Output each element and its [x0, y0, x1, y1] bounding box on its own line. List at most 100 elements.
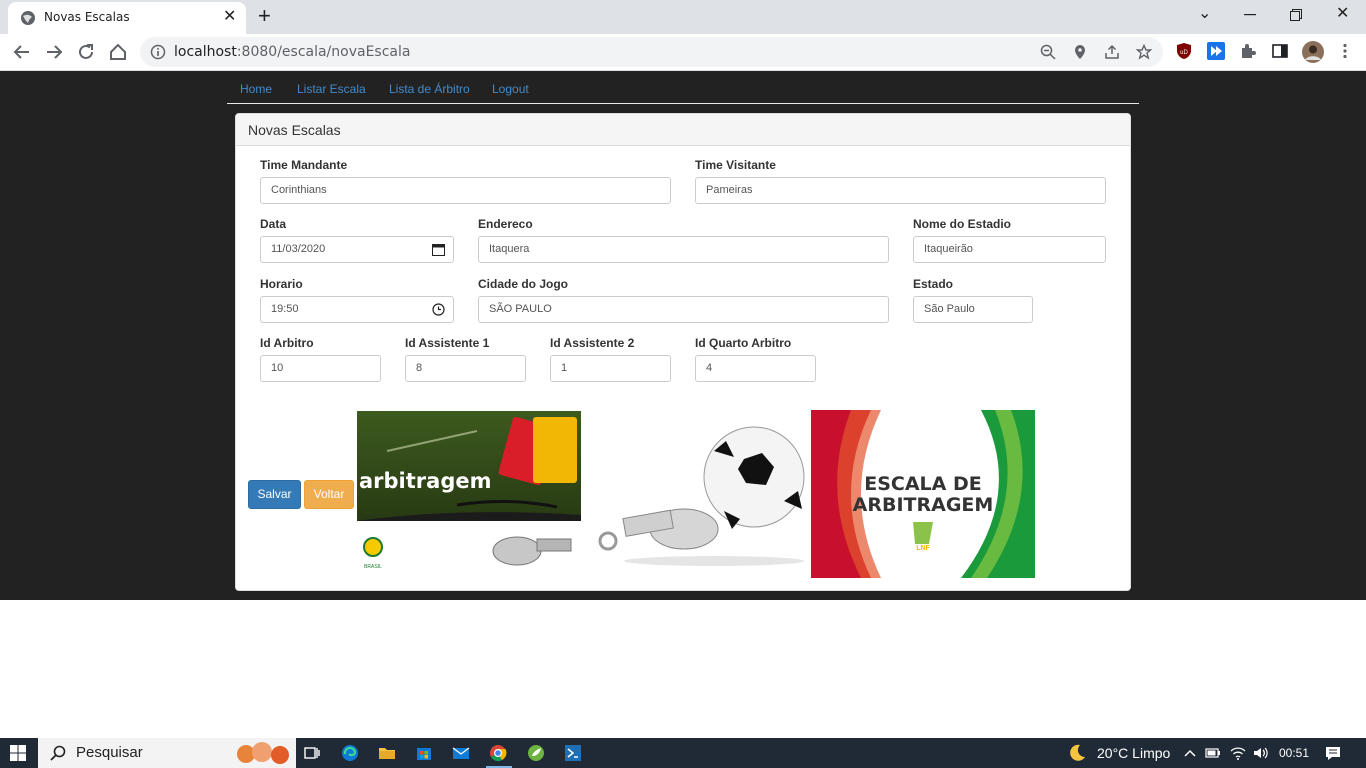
windows-start-icon[interactable]	[10, 745, 26, 761]
time-mandante-input[interactable]: Corinthians	[260, 177, 671, 204]
minimize-icon[interactable]	[1244, 14, 1256, 16]
nav-listar-escala-link[interactable]: Listar Escala	[297, 82, 366, 96]
id-quarto-arbitro-label: Id Quarto Arbitro	[695, 336, 792, 350]
restore-icon[interactable]	[1290, 9, 1302, 21]
time-visitante-value: Pameiras	[706, 184, 753, 196]
mail-icon[interactable]	[452, 744, 470, 762]
file-explorer-icon[interactable]	[378, 744, 396, 762]
search-placeholder: Pesquisar	[76, 744, 143, 761]
cidade-input[interactable]: SÃO PAULO	[478, 296, 889, 323]
forward-icon[interactable]	[43, 41, 65, 63]
new-tab-icon[interactable]: +	[258, 4, 271, 28]
notifications-icon[interactable]	[1324, 744, 1342, 762]
chrome-icon[interactable]	[489, 744, 507, 762]
nome-estadio-input[interactable]: Itaqueirão	[913, 236, 1106, 263]
whistle-ball-image	[584, 411, 808, 567]
side-panel-icon[interactable]	[1271, 42, 1289, 60]
escala-line1: ESCALA DE	[864, 473, 982, 495]
info-icon[interactable]	[150, 44, 166, 60]
arbitragem-graphic: arbitragem BRASIL	[357, 411, 581, 577]
address-bar[interactable]: localhost:8080/escala/novaEscala	[140, 37, 1163, 67]
zoom-out-icon[interactable]	[1040, 44, 1056, 60]
weather-text[interactable]: 20°C Limpo	[1097, 745, 1170, 761]
escala-line2: ARBITRAGEM	[853, 494, 994, 516]
taskbar-search-box[interactable]: Pesquisar	[38, 738, 296, 768]
nav-logout-link[interactable]: Logout	[492, 82, 529, 96]
horario-value: 19:50	[271, 303, 299, 315]
back-icon[interactable]	[11, 41, 33, 63]
search-icon	[50, 745, 66, 761]
svg-text:uD: uD	[1180, 50, 1188, 56]
chevron-down-icon[interactable]: ⌄	[1198, 4, 1211, 24]
salvar-button[interactable]: Salvar	[248, 480, 301, 509]
visual-studio-code-icon[interactable]	[564, 744, 582, 762]
more-menu-icon[interactable]	[1336, 42, 1354, 60]
whistle-ball-graphic	[584, 411, 808, 567]
estado-label: Estado	[913, 277, 954, 291]
globe-icon	[21, 11, 35, 25]
puzzle-icon[interactable]	[1239, 42, 1257, 60]
data-date-input[interactable]: 11/03/2020	[260, 236, 454, 263]
tab-title: Novas Escalas	[44, 10, 130, 24]
time-visitante-label: Time Visitante	[695, 158, 776, 172]
escala-arbitragem-image: ESCALA DE ARBITRAGEM LNF	[811, 410, 1035, 578]
nome-estadio-label: Nome do Estadio	[913, 217, 1012, 231]
url-text: localhost:8080/escala/novaEscala	[174, 44, 410, 60]
url-path: :8080/escala/novaEscala	[236, 44, 411, 60]
cidade-value: SÃO PAULO	[489, 303, 552, 315]
chevron-up-icon[interactable]	[1181, 744, 1199, 762]
id-assistente1-label: Id Assistente 1	[405, 336, 490, 350]
spring-tools-icon[interactable]	[527, 744, 545, 762]
star-icon[interactable]	[1136, 44, 1152, 60]
share-icon[interactable]	[1104, 44, 1120, 60]
clock-time[interactable]: 00:51	[1279, 746, 1309, 760]
wifi-icon[interactable]	[1229, 744, 1247, 762]
browser-tab[interactable]: Novas Escalas ✕	[8, 2, 246, 34]
top-navigation: Home Listar Escala Lista de Árbitro Logo…	[227, 71, 1139, 104]
time-mandante-value: Corinthians	[271, 184, 327, 196]
panel-title: Novas Escalas	[248, 122, 341, 138]
nav-lista-arbitro-link[interactable]: Lista de Árbitro	[389, 82, 470, 96]
ublock-icon[interactable]: uD	[1175, 42, 1193, 60]
reload-icon[interactable]	[75, 41, 97, 63]
battery-icon[interactable]	[1204, 744, 1222, 762]
windows-taskbar: Pesquisar 20°C Limpo 00:51	[0, 738, 1366, 768]
horario-time-input[interactable]: 19:50	[260, 296, 454, 323]
time-visitante-input[interactable]: Pameiras	[695, 177, 1106, 204]
task-view-icon[interactable]	[303, 744, 321, 762]
nome-estadio-value: Itaqueirão	[924, 243, 973, 255]
close-window-icon[interactable]: ✕	[1336, 4, 1349, 24]
volume-icon[interactable]	[1252, 744, 1270, 762]
id-arbitro-label: Id Arbitro	[260, 336, 314, 350]
location-pin-icon[interactable]	[1072, 44, 1088, 60]
calendar-icon[interactable]	[432, 243, 445, 256]
id-assistente1-input[interactable]: 8	[405, 355, 526, 382]
clock-icon[interactable]	[432, 303, 445, 316]
panel-heading: Novas Escalas	[236, 114, 1130, 146]
close-tab-icon[interactable]: ✕	[223, 8, 236, 26]
id-assistente2-input[interactable]: 1	[550, 355, 671, 382]
estado-input[interactable]: São Paulo	[913, 296, 1033, 323]
weather-moon-icon[interactable]	[1066, 742, 1088, 764]
home-icon[interactable]	[107, 41, 129, 63]
id-arbitro-input[interactable]: 10	[260, 355, 381, 382]
voltar-button[interactable]: Voltar	[304, 480, 354, 509]
id-assistente2-label: Id Assistente 2	[550, 336, 635, 350]
profile-avatar-icon[interactable]	[1302, 41, 1324, 63]
horario-label: Horario	[260, 277, 303, 291]
nav-home-link[interactable]: Home	[240, 82, 272, 96]
microsoft-store-icon[interactable]	[415, 744, 433, 762]
id-quarto-arbitro-value: 4	[706, 362, 713, 374]
id-quarto-arbitro-input[interactable]: 4	[695, 355, 816, 382]
time-mandante-label: Time Mandante	[260, 158, 348, 172]
page-blank-area	[0, 600, 1366, 738]
endereco-value: Itaquera	[489, 243, 530, 255]
browser-toolbar: localhost:8080/escala/novaEscala uD	[0, 34, 1366, 71]
extension-forward-icon[interactable]	[1207, 42, 1225, 60]
data-value: 11/03/2020	[271, 243, 326, 255]
edge-icon[interactable]	[341, 744, 359, 762]
search-highlight-icon	[237, 742, 289, 764]
url-host: localhost	[174, 44, 237, 60]
endereco-label: Endereco	[478, 217, 533, 231]
endereco-input[interactable]: Itaquera	[478, 236, 889, 263]
